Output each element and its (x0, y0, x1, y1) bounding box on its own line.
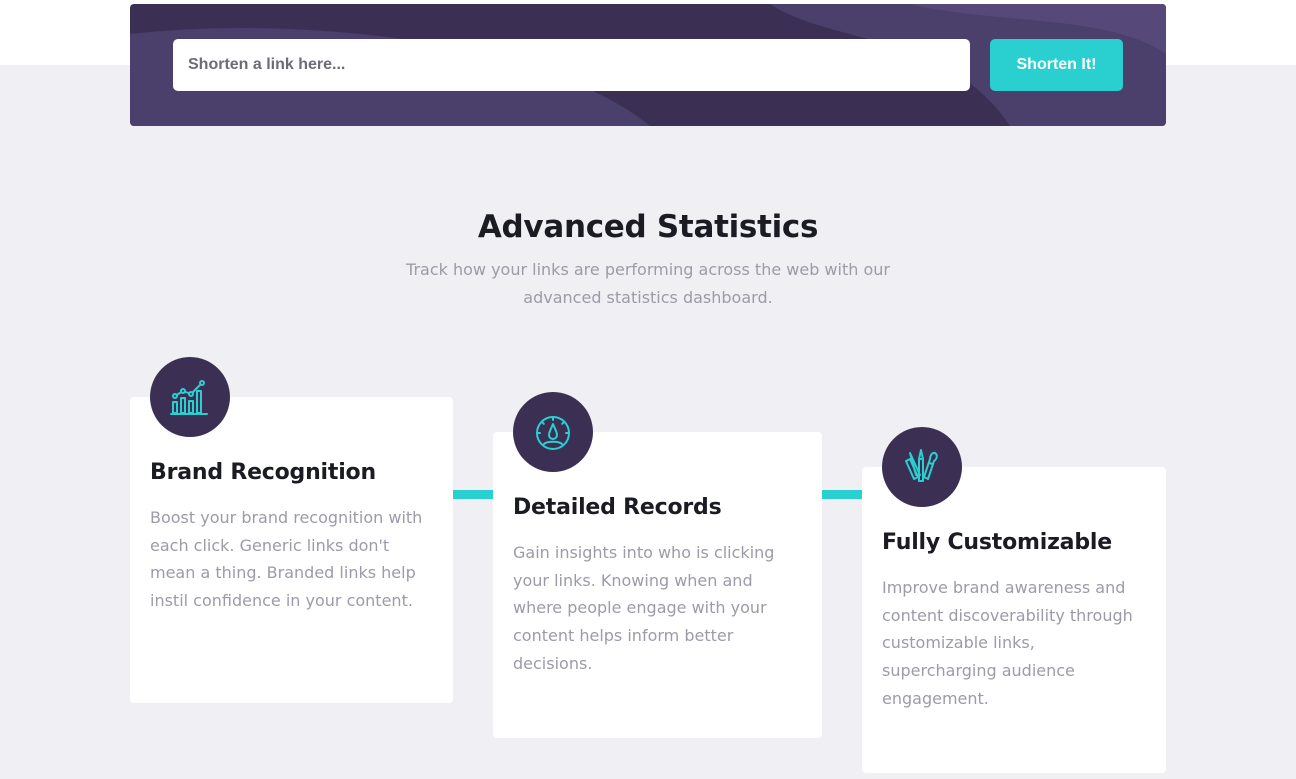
card-icon-circle (513, 392, 593, 472)
shorten-form: Shorten It! (130, 4, 1166, 126)
card-connector-line (453, 490, 493, 499)
design-tools-icon (905, 449, 938, 482)
shorten-url-input[interactable] (173, 39, 970, 91)
card-description: Boost your brand recognition with each c… (150, 508, 423, 611)
card-title: Fully Customizable (882, 530, 1112, 555)
card-connector-line (822, 490, 862, 499)
card-icon-circle (150, 357, 230, 437)
card-description: Improve brand awareness and content disc… (882, 578, 1133, 708)
speedometer-icon (536, 416, 570, 450)
card-title: Brand Recognition (150, 460, 376, 485)
statistics-title: Advanced Statistics (477, 209, 819, 245)
card-title: Detailed Records (513, 495, 722, 520)
shorten-it-button[interactable]: Shorten It! (990, 39, 1123, 91)
card-description: Gain insights into who is clicking your … (513, 543, 775, 673)
statistics-subtitle: Track how your links are performing acro… (406, 260, 890, 307)
bar-chart-icon (170, 380, 208, 415)
card-icon-circle (882, 427, 962, 507)
